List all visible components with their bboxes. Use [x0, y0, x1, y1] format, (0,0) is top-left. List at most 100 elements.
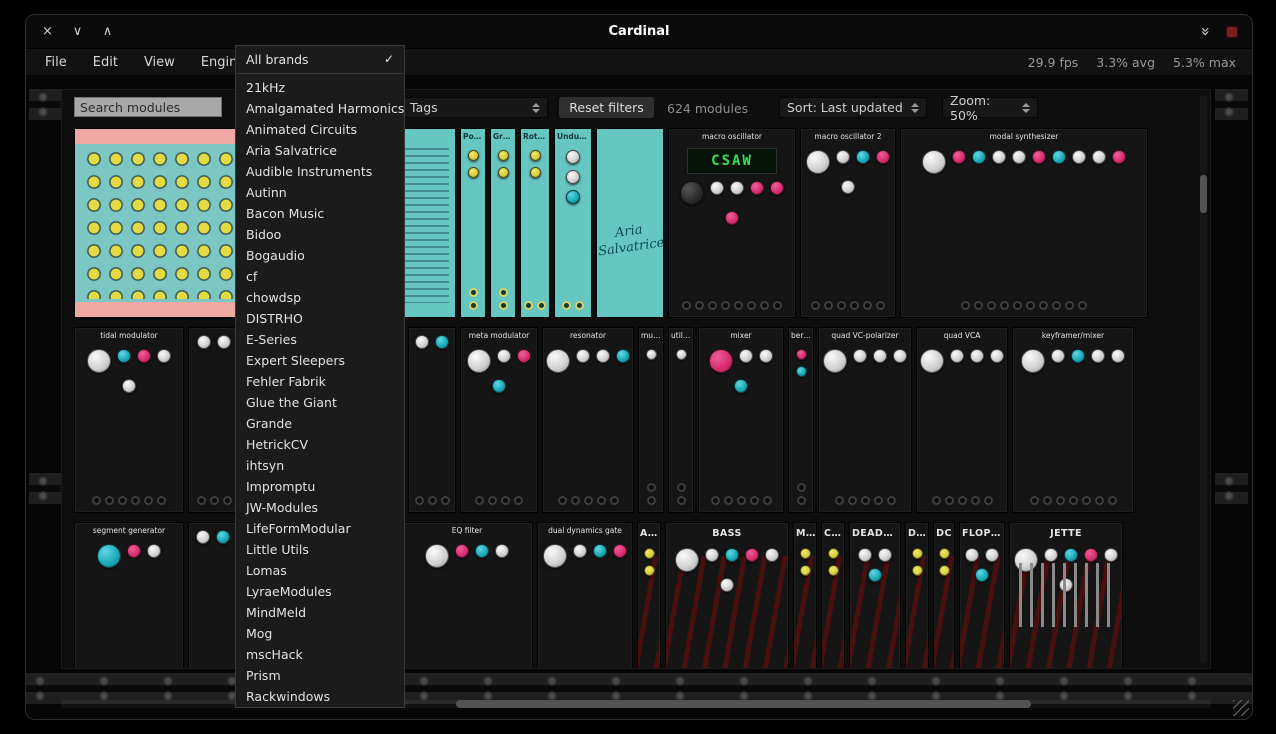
brand-menu-item[interactable]: cf — [236, 266, 404, 287]
module-card-dc[interactable]: DC — [933, 522, 955, 668]
brand-menu-item[interactable]: Prism — [236, 665, 404, 686]
module-card-pokies[interactable]: Pokies — [460, 128, 486, 318]
knob-icon — [566, 190, 580, 204]
chevron-up-icon[interactable]: ∧ — [100, 24, 115, 39]
menubar-item-view[interactable]: View — [133, 52, 186, 73]
rack-workspace[interactable]: Tags Reset filters 624 modules Sort: Las… — [26, 75, 1252, 719]
module-card[interactable] — [188, 327, 240, 513]
module-card[interactable] — [188, 522, 238, 668]
sort-dropdown[interactable]: Sort: Last updated — [779, 97, 927, 118]
tags-dropdown[interactable]: Tags — [402, 97, 548, 118]
module-title: meta modulator — [461, 328, 537, 342]
app-badge-icon[interactable] — [1226, 26, 1238, 38]
knob-icon — [720, 578, 734, 592]
jack-icon — [763, 496, 772, 505]
reset-filters-button[interactable]: Reset filters — [559, 97, 654, 118]
module-card-conv[interactable]: CONV — [821, 522, 845, 668]
brand-menu-item[interactable]: MindMeld — [236, 602, 404, 623]
knob-icon — [912, 565, 923, 576]
brand-menu-item[interactable]: chowdsp — [236, 287, 404, 308]
module-card-amp[interactable]: AMP — [637, 522, 661, 668]
brand-menu-item-label: ihtsyn — [246, 458, 284, 473]
brand-menu-item[interactable]: Amalgamated Harmonics — [236, 98, 404, 119]
brand-menu-item[interactable]: Glue the Giant — [236, 392, 404, 413]
vertical-scrollbar[interactable] — [1200, 95, 1207, 663]
brand-menu-item[interactable]: Fehler Fabrik — [236, 371, 404, 392]
module-card-multiples[interactable]: multiples — [638, 327, 664, 513]
jack-icon — [874, 496, 883, 505]
brand-menu-item[interactable]: mscHack — [236, 644, 404, 665]
module-card-flopper[interactable]: FLOPPER — [959, 522, 1005, 668]
knob-icon — [415, 335, 429, 349]
menubar-item-edit[interactable]: Edit — [82, 52, 129, 73]
brand-menu-item[interactable]: Bidoo — [236, 224, 404, 245]
knob-icon — [497, 349, 511, 363]
jack-icon — [737, 496, 746, 505]
horizontal-scrollbar-thumb[interactable] — [456, 700, 1031, 708]
module-card[interactable] — [408, 327, 456, 513]
module-card-deadband[interactable]: DEADBAND — [849, 522, 901, 668]
brand-menu-item[interactable]: Bacon Music — [236, 203, 404, 224]
module-card-segment-generator[interactable]: segment generator — [74, 522, 184, 668]
module-card-eq-filter[interactable]: EQ filter — [401, 522, 533, 668]
chevron-down-icon[interactable]: ∨ — [70, 24, 85, 39]
module-card-dual-dynamics-gate[interactable]: dual dynamics gate — [537, 522, 633, 668]
brand-menu-item[interactable]: Rackwindows — [236, 686, 404, 707]
brand-menu-item[interactable]: Bogaudio — [236, 245, 404, 266]
brand-menu-item[interactable]: Autinn — [236, 182, 404, 203]
knob-icon — [467, 349, 491, 373]
brand-menu-item[interactable]: DISTRHO — [236, 308, 404, 329]
lcd-display: CSAW — [687, 148, 778, 174]
module-card-digi[interactable]: DIGI — [905, 522, 929, 668]
brand-menu-item[interactable]: Expert Sleepers — [236, 350, 404, 371]
module-card-rotatoes[interactable]: Rotatoes — [520, 128, 550, 318]
module-card-bass[interactable]: BASS — [665, 522, 789, 668]
module-card-resonator[interactable]: resonator — [542, 327, 634, 513]
module-card-bernoulli-gate[interactable]: bernoulli gate — [788, 327, 814, 513]
brand-menu-item[interactable]: LifeFormModular — [236, 518, 404, 539]
module-card-grabby[interactable]: Grabby — [490, 128, 516, 318]
brand-menu-item[interactable]: Audible Instruments — [236, 161, 404, 182]
brand-menu-item[interactable]: Little Utils — [236, 539, 404, 560]
module-title: utilities — [669, 328, 693, 342]
module-card-undular[interactable]: UnduLaR — [554, 128, 592, 318]
menubar-item-file[interactable]: File — [34, 52, 78, 73]
horizontal-scrollbar[interactable] — [61, 700, 1211, 708]
module-card-quad-vc-polarizer[interactable]: quad VC-polarizer — [818, 327, 912, 513]
module-card-utilities[interactable]: utilities — [668, 327, 694, 513]
brand-menu-item[interactable]: E-Series — [236, 329, 404, 350]
brand-menu-item[interactable]: Impromptu — [236, 476, 404, 497]
brand-menu-item[interactable]: Aria Salvatrice — [236, 140, 404, 161]
knob-icon — [498, 150, 509, 161]
brand-menu-item-all-brands[interactable]: All brands ✓ — [236, 48, 404, 70]
module-card-modal-synthesizer[interactable]: modal synthesizer — [900, 128, 1148, 318]
module-card-tidal-modulator[interactable]: tidal modulator — [74, 327, 184, 513]
brand-menu-item[interactable]: Grande — [236, 413, 404, 434]
brand-menu-item-label: Mog — [246, 626, 272, 641]
titlebar[interactable]: × ∨ ∧ Cardinal » — [26, 15, 1252, 49]
module-card-mixer[interactable]: mixer — [698, 327, 784, 513]
brand-menu-item[interactable]: 21kHz — [236, 77, 404, 98]
brand-menu-item[interactable]: Mog — [236, 623, 404, 644]
brand-menu-item[interactable]: HetrickCV — [236, 434, 404, 455]
module-card-keyframer-mixer[interactable]: keyframer/mixer — [1012, 327, 1134, 513]
close-icon[interactable]: × — [40, 24, 55, 39]
double-chevron-up-icon[interactable]: » — [1198, 24, 1213, 39]
module-card-jette[interactable]: JETTE — [1009, 522, 1123, 668]
brand-menu-item[interactable]: LyraeModules — [236, 581, 404, 602]
search-input[interactable] — [74, 97, 222, 117]
module-card[interactable]: Aria Salvatrice — [596, 128, 664, 318]
module-card-quad-vca[interactable]: quad VCA — [916, 327, 1008, 513]
resize-grip[interactable] — [1233, 700, 1249, 716]
module-card-meta-modulator[interactable]: meta modulator — [460, 327, 538, 513]
brand-menu-item[interactable]: JW-Modules — [236, 497, 404, 518]
module-card-macro-oscillator[interactable]: macro oscillatorCSAW — [668, 128, 796, 318]
vertical-scrollbar-thumb[interactable] — [1200, 175, 1207, 213]
module-card-mera[interactable]: MERA — [793, 522, 817, 668]
jack-icon — [932, 496, 941, 505]
module-card-macro-oscillator-2[interactable]: macro oscillator 2 — [800, 128, 896, 318]
brand-menu-item[interactable]: Animated Circuits — [236, 119, 404, 140]
zoom-dropdown[interactable]: Zoom: 50% — [942, 97, 1038, 118]
brand-menu-item[interactable]: ihtsyn — [236, 455, 404, 476]
brand-menu-item[interactable]: Lomas — [236, 560, 404, 581]
